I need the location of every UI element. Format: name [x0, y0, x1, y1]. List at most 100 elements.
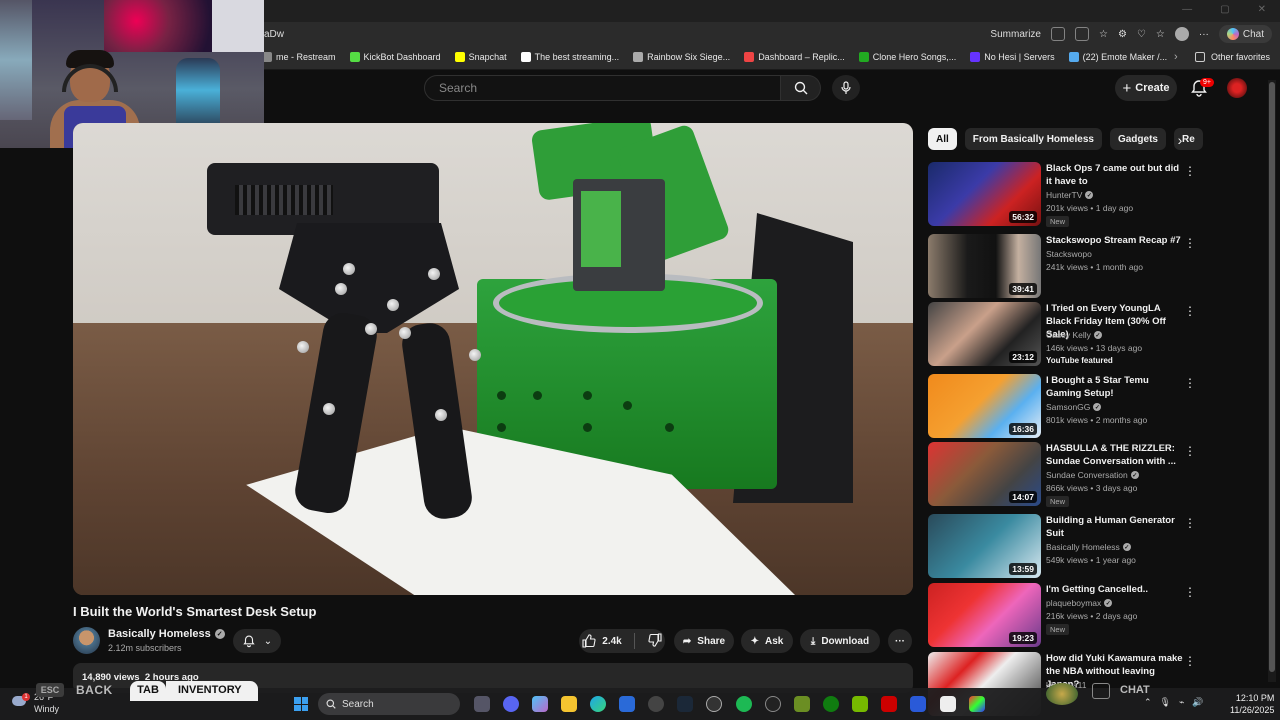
xbox-icon[interactable]: [823, 696, 839, 712]
recommended-video-title[interactable]: Building a Human Generator Suit: [1046, 514, 1186, 540]
video-thumbnail[interactable]: 13:59: [928, 514, 1041, 578]
more-vertical-icon[interactable]: ⋮: [1184, 376, 1196, 392]
chip-scroll-right-chevron-icon[interactable]: ›: [1170, 130, 1190, 150]
settings-more-icon[interactable]: ···: [1199, 29, 1209, 40]
other-favorites[interactable]: Other favorites: [1194, 52, 1270, 62]
file-explorer-icon[interactable]: [561, 696, 577, 712]
video-thumbnail[interactable]: 23:12: [928, 302, 1041, 366]
edge-icon[interactable]: [590, 696, 606, 712]
filter-chip[interactable]: From Basically Homeless: [964, 128, 1102, 150]
maximize-icon[interactable]: ▢: [1220, 4, 1229, 15]
recommended-video[interactable]: 13:59 Building a Human Generator Suit Basi…: [928, 514, 1208, 580]
voice-search-button[interactable]: [832, 75, 860, 101]
bookmark-item[interactable]: KickBot Dashboard: [349, 52, 441, 62]
video-thumbnail[interactable]: 39:41: [928, 234, 1041, 298]
color-app-icon[interactable]: [969, 696, 985, 712]
profile-avatar[interactable]: [1174, 27, 1189, 41]
recommended-video[interactable]: 19:23 I'm Getting Cancelled.. plaqueboymax…: [928, 583, 1208, 649]
more-vertical-icon[interactable]: ⋮: [1184, 236, 1196, 252]
video-thumbnail[interactable]: 16:36: [928, 374, 1041, 438]
ask-button[interactable]: ✦ Ask: [741, 629, 793, 653]
recommended-video[interactable]: 56:32 Black Ops 7 came out but did it hav…: [928, 162, 1208, 228]
filter-chip[interactable]: Gadgets: [1109, 128, 1166, 150]
bookmarks-overflow-chevron-icon[interactable]: ›: [1174, 51, 1178, 63]
channel-name[interactable]: Basically Homeless ✓: [108, 628, 225, 640]
minimize-icon[interactable]: —: [1182, 4, 1192, 15]
copilot-taskbar-icon[interactable]: [532, 696, 548, 712]
store-icon[interactable]: [619, 696, 635, 712]
network-icon[interactable]: ⌁: [1179, 697, 1184, 708]
pen-app-icon[interactable]: [910, 696, 926, 712]
recommended-channel[interactable]: Basically Homeless ✓: [1046, 542, 1131, 552]
msi-icon[interactable]: [881, 696, 897, 712]
bookmark-item[interactable]: The best streaming...: [520, 52, 619, 62]
recommended-channel[interactable]: Stackswopo: [1046, 249, 1092, 259]
recommended-channel[interactable]: Casey Kelly ✓: [1046, 330, 1102, 340]
browser-essentials-icon[interactable]: ♡: [1137, 29, 1146, 40]
page-scrollbar-thumb[interactable]: [1269, 82, 1275, 672]
weather-description[interactable]: Windy: [34, 704, 59, 714]
recommended-video[interactable]: 39:41 Stackswopo Stream Recap #7 Stackswop…: [928, 234, 1208, 300]
task-view-icon[interactable]: [474, 696, 490, 712]
tray-overflow-chevron-icon[interactable]: ⌃: [1144, 697, 1152, 708]
volume-icon[interactable]: 🔊: [1192, 697, 1203, 708]
bookmark-item[interactable]: Rainbow Six Siege...: [633, 52, 730, 62]
microphone-tray-icon[interactable]: 🎙: [1160, 697, 1171, 708]
download-button[interactable]: ⤓ Download: [800, 629, 880, 653]
spotify-icon[interactable]: [736, 696, 752, 712]
recommended-video-title[interactable]: I Bought a 5 Star Temu Gaming Setup!: [1046, 374, 1186, 400]
recommended-channel[interactable]: Sundae Conversation ✓: [1046, 470, 1139, 480]
youtube-search-input[interactable]: Search: [424, 75, 781, 101]
window-app-icon[interactable]: [940, 696, 956, 712]
recommended-channel[interactable]: plaqueboymax ✓: [1046, 598, 1113, 608]
bookmark-item[interactable]: No Hesi | Servers: [970, 52, 1055, 62]
video-thumbnail[interactable]: 14:07: [928, 442, 1041, 506]
recommended-video[interactable]: 23:12 I Tried on Every YoungLA Black Frid…: [928, 302, 1208, 368]
summarize-button[interactable]: Summarize: [990, 29, 1041, 40]
channel-avatar[interactable]: [73, 627, 100, 654]
video-player[interactable]: [73, 123, 913, 595]
settings-gear-icon[interactable]: [648, 696, 664, 712]
create-button[interactable]: + Create: [1115, 75, 1177, 101]
close-icon[interactable]: ✕: [1258, 4, 1266, 15]
taskbar-clock[interactable]: 12:10 PM 11/26/2025: [1230, 692, 1274, 716]
windows-start-button[interactable]: [294, 697, 308, 711]
recommended-video-title[interactable]: Stackswopo Stream Recap #7: [1046, 234, 1186, 247]
more-vertical-icon[interactable]: ⋮: [1184, 516, 1196, 532]
favorites-icon[interactable]: ☆: [1156, 29, 1165, 40]
bookmark-item[interactable]: Snapchat: [454, 52, 507, 62]
more-vertical-icon[interactable]: ⋮: [1184, 164, 1196, 180]
youtube-search-button[interactable]: [781, 75, 821, 101]
nvidia-icon[interactable]: [852, 696, 868, 712]
copilot-chat-button[interactable]: Chat: [1218, 25, 1272, 43]
recommended-video[interactable]: 14:07 HASBULLA & THE RIZZLER: Sundae Conv…: [928, 442, 1208, 508]
url-text[interactable]: aDw: [264, 29, 284, 40]
more-actions-button[interactable]: ···: [888, 629, 912, 653]
share-button[interactable]: ➦ Share: [674, 629, 734, 653]
extensions-icon[interactable]: ⚙: [1118, 29, 1127, 40]
bookmark-item[interactable]: Dashboard – Replic...: [744, 52, 845, 62]
more-vertical-icon[interactable]: ⋮: [1184, 585, 1196, 601]
recommended-video-title[interactable]: Black Ops 7 came out but did it have to: [1046, 162, 1186, 188]
filter-chip[interactable]: All: [928, 128, 957, 150]
taskbar-search[interactable]: Search: [318, 693, 460, 715]
subscribed-notifications-button[interactable]: ⌄: [233, 629, 281, 653]
recommended-video-title[interactable]: HASBULLA & THE RIZZLER: Sundae Conversat…: [1046, 442, 1186, 468]
bookmark-item[interactable]: Clone Hero Songs,...: [858, 52, 956, 62]
steam-icon[interactable]: [677, 696, 693, 712]
4k-app-icon[interactable]: [765, 696, 781, 712]
bookmark-item[interactable]: (22) Emote Maker /...: [1068, 52, 1167, 62]
app-available-icon[interactable]: [1075, 27, 1089, 41]
favorite-star-icon[interactable]: ☆: [1099, 29, 1108, 40]
account-avatar[interactable]: [1227, 78, 1247, 98]
recommended-video[interactable]: 16:36 I Bought a 5 Star Temu Gaming Setup…: [928, 374, 1208, 440]
more-vertical-icon[interactable]: ⋮: [1184, 304, 1196, 320]
video-thumbnail[interactable]: 56:32: [928, 162, 1041, 226]
bookmark-item[interactable]: me - Restream: [262, 52, 336, 62]
obs-icon[interactable]: [706, 696, 722, 712]
dislike-button[interactable]: [648, 632, 662, 650]
b-app-icon[interactable]: [794, 696, 810, 712]
more-vertical-icon[interactable]: ⋮: [1184, 444, 1196, 460]
more-vertical-icon[interactable]: ⋮: [1184, 654, 1196, 670]
recommended-channel[interactable]: SamsonGG ✓: [1046, 402, 1102, 412]
